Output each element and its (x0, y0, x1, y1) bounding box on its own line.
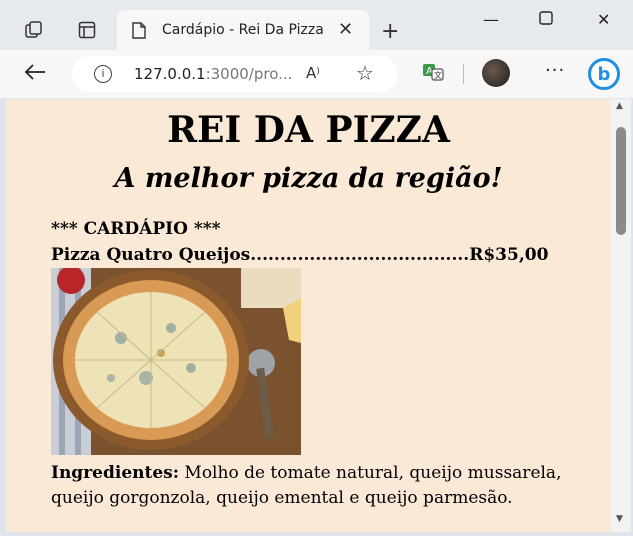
scroll-down-arrow-icon[interactable]: ▼ (616, 514, 623, 524)
profile-avatar[interactable] (482, 59, 510, 87)
back-icon[interactable] (24, 62, 46, 86)
page-title: REI DA PIZZA (167, 109, 450, 151)
favorite-star-icon[interactable]: ☆ (356, 61, 374, 85)
svg-text:文: 文 (434, 70, 442, 80)
tab-active[interactable]: Cardápio - Rei Da Pizza ✕ (117, 10, 369, 50)
pizza-image (51, 268, 301, 455)
tab-title: Cardápio - Rei Da Pizza (162, 22, 324, 38)
page-icon (132, 22, 146, 43)
url-text: 127.0.0.1:3000/pro... (134, 65, 292, 83)
menu-item-pizza-quatro-queijos: Pizza Quatro Queijos....................… (51, 245, 549, 265)
toolbar: i 127.0.0.1:3000/pro... A⁾ ☆ A文 ··· b (0, 50, 633, 98)
menu-heading: *** CARDÁPIO *** (51, 219, 221, 239)
new-tab-icon[interactable]: + (381, 19, 399, 44)
bing-copilot-icon[interactable]: b (588, 58, 620, 90)
vertical-scrollbar[interactable]: ▲ ▼ (611, 99, 631, 532)
page-subtitle: A melhor pizza da região! (114, 163, 503, 194)
minimize-icon[interactable]: — (483, 10, 499, 29)
url-host: 127.0.0.1 (134, 65, 206, 83)
toolbar-separator (463, 64, 464, 84)
ingredients-label: Ingredientes: (51, 463, 180, 483)
scroll-up-arrow-icon[interactable]: ▲ (616, 101, 623, 111)
url-rest: :3000/pro... (205, 65, 293, 83)
close-tab-icon[interactable]: ✕ (338, 19, 353, 40)
translate-icon[interactable]: A文 (422, 62, 444, 86)
tab-strip: Cardápio - Rei Da Pizza ✕ + — ✕ (0, 0, 633, 50)
tab-actions-icon[interactable] (69, 12, 105, 48)
more-options-icon[interactable]: ··· (545, 60, 565, 81)
address-bar[interactable]: i 127.0.0.1:3000/pro... A⁾ ☆ (72, 56, 398, 92)
ingredients-paragraph: Ingredientes: Molho de tomate natural, q… (51, 461, 606, 511)
page-content: REI DA PIZZA A melhor pizza da região! *… (6, 99, 611, 532)
info-icon[interactable]: i (94, 65, 112, 83)
read-aloud-icon[interactable]: A⁾ (306, 64, 320, 82)
close-window-icon[interactable]: ✕ (597, 10, 610, 29)
workspaces-icon[interactable] (16, 12, 52, 48)
scrollbar-thumb[interactable] (616, 127, 626, 235)
maximize-icon[interactable] (539, 10, 553, 29)
